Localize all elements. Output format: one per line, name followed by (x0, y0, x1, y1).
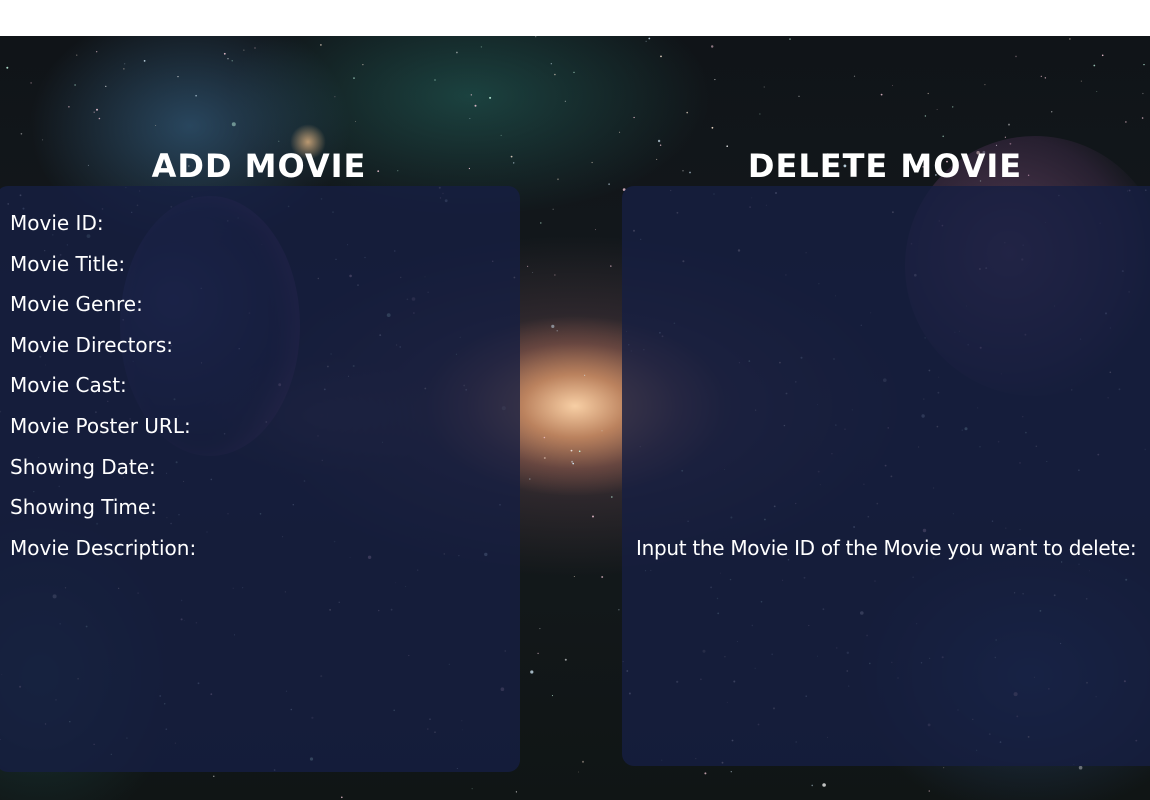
showing-time-label: Showing Time: (10, 495, 157, 519)
delete-movie-id-prompt: Input the Movie ID of the Movie you want… (636, 536, 1137, 560)
add-movie-heading: ADD MOVIE (151, 147, 367, 185)
movie-genre-label: Movie Genre: (10, 292, 143, 316)
movie-title-label: Movie Title: (10, 252, 126, 276)
movie-description-label: Movie Description: (10, 536, 197, 560)
movie-directors-label: Movie Directors: (10, 333, 174, 357)
movie-id-label: Movie ID: (10, 211, 104, 235)
delete-movie-heading: DELETE MOVIE (747, 147, 1023, 185)
delete-movie-panel (622, 186, 1150, 766)
movie-cast-label: Movie Cast: (10, 373, 127, 397)
top-bar (0, 0, 1150, 36)
showing-date-label: Showing Date: (10, 455, 156, 479)
movie-poster-url-label: Movie Poster URL: (10, 414, 191, 438)
